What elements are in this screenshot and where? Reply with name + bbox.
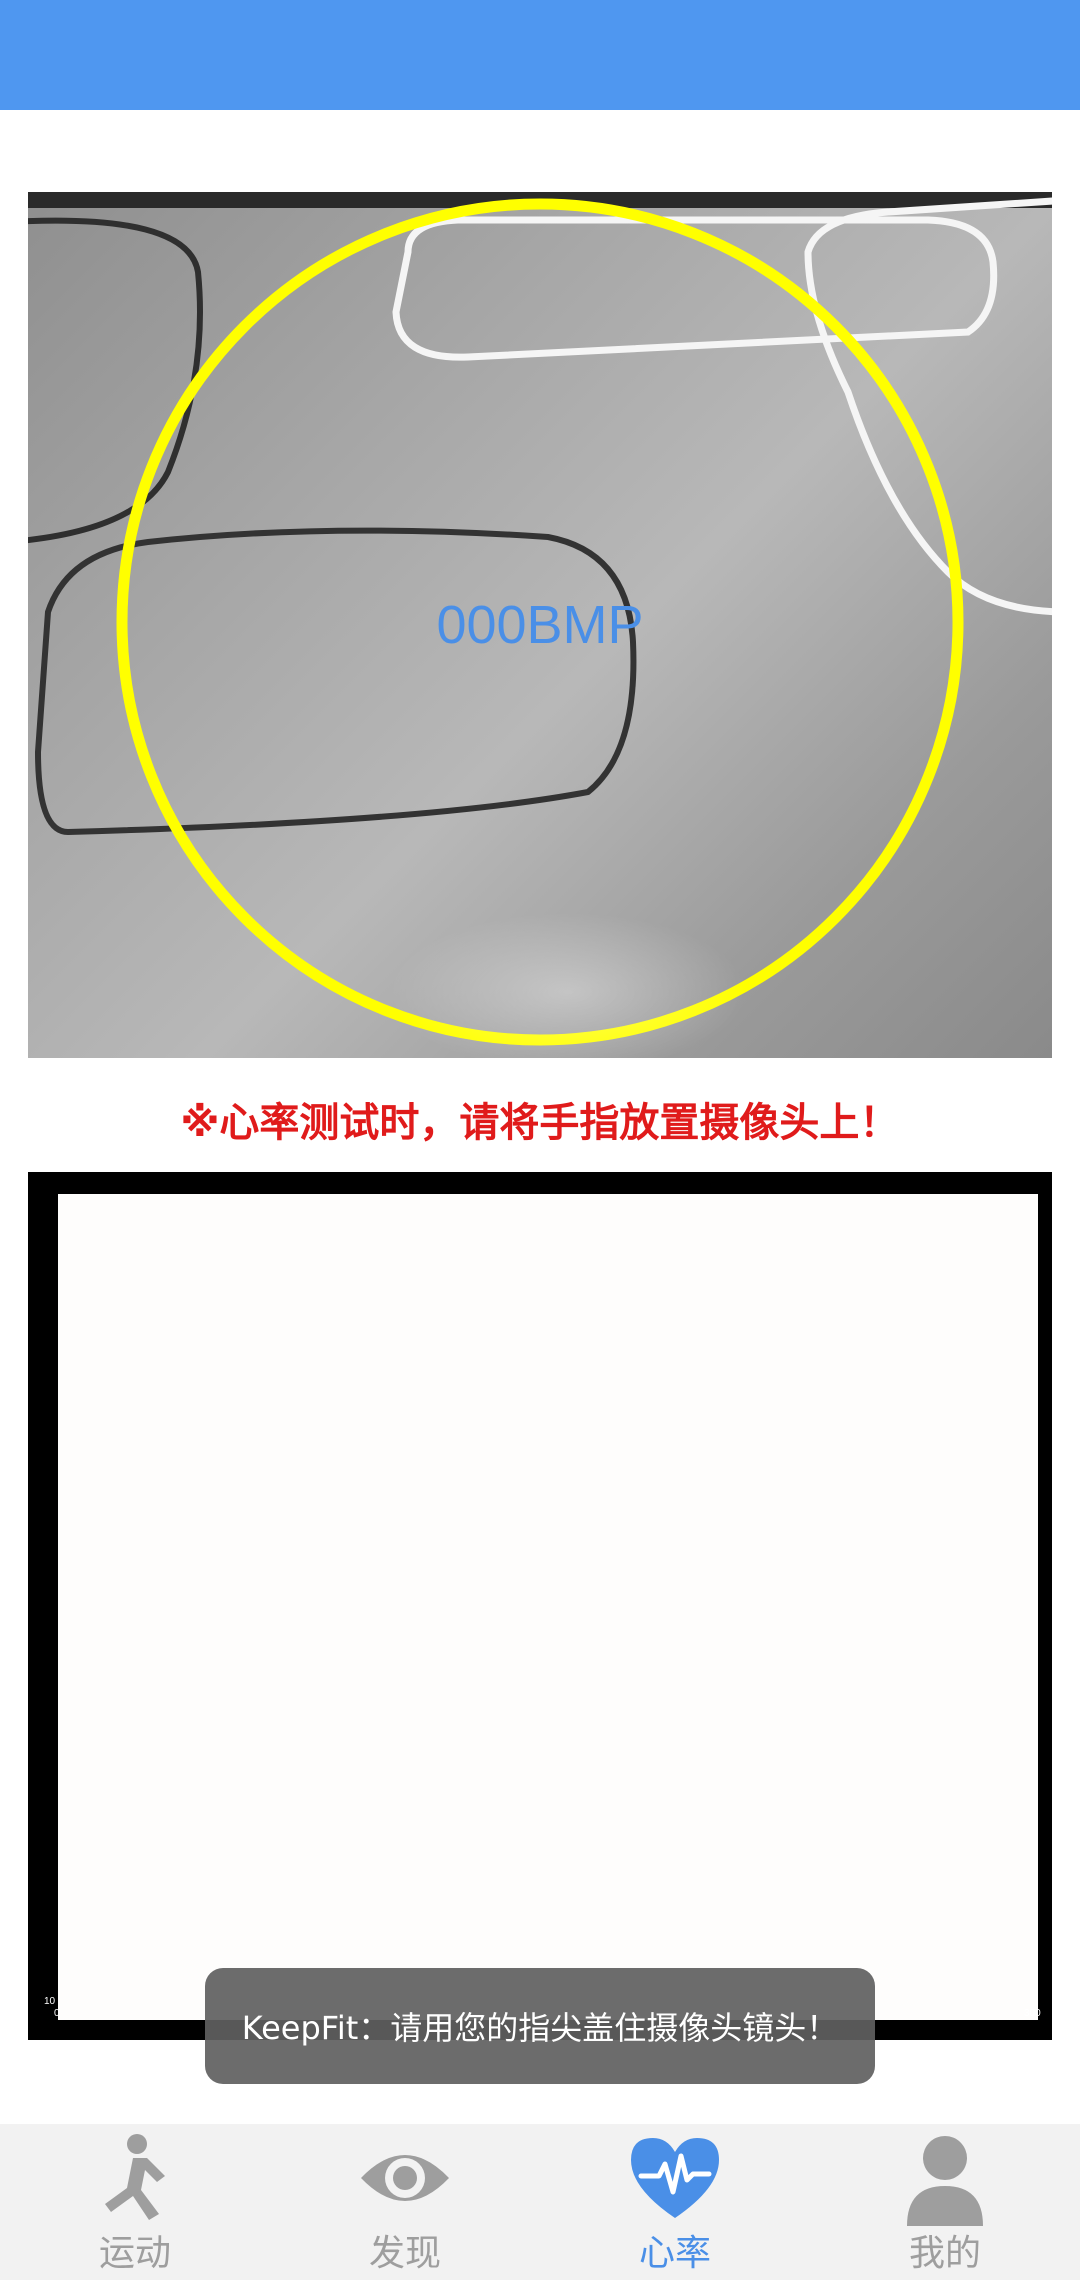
nav-item-discover[interactable]: 发现 [270, 2124, 540, 2280]
chart-plot-area [58, 1194, 1038, 2020]
nav-item-heart-rate[interactable]: 心率 [540, 2124, 810, 2280]
nav-label-profile: 我的 [908, 2233, 981, 2274]
x-tick-right: 300 [1024, 2008, 1041, 2019]
nav-item-sport[interactable]: 运动 [0, 2124, 270, 2280]
heart-rate-icon [631, 2138, 719, 2218]
bottom-navigation: 运动 发现 心率 我的 [0, 2124, 1080, 2280]
nav-label-sport: 运动 [98, 2233, 171, 2274]
heart-rate-chart: 10 0 300 [28, 1172, 1052, 2040]
finger-warning-text: ※心率测试时，请将手指放置摄像头上！ [180, 1100, 900, 1146]
toast-message: KeepFit：请用您的指尖盖住摄像头镜头！ [205, 1968, 875, 2084]
app-bar [0, 0, 1080, 110]
nav-item-profile[interactable]: 我的 [810, 2124, 1080, 2280]
nav-label-heart-rate: 心率 [638, 2233, 711, 2274]
y-tick-bottom: 0 [54, 2008, 60, 2019]
user-icon [907, 2136, 983, 2226]
eye-icon [361, 2155, 449, 2201]
y-tick-top: 10 [44, 1996, 56, 2007]
running-icon [105, 2134, 165, 2220]
nav-label-discover: 发现 [368, 2233, 441, 2274]
camera-preview: 000BMP [28, 192, 1052, 1058]
light-glare [388, 912, 748, 1058]
